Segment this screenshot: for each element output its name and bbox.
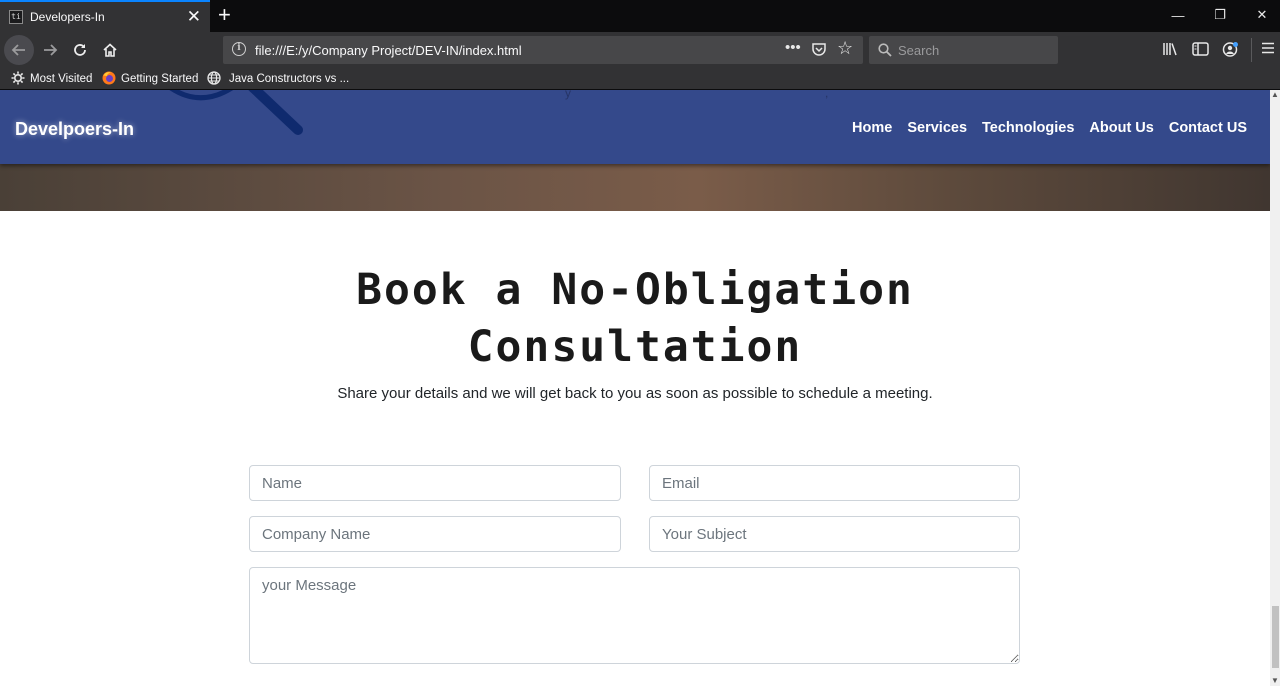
- message-field[interactable]: [249, 567, 1020, 664]
- tab-strip: ti Developers-In ✕ + — ❐ ✕: [0, 0, 1280, 32]
- email-field[interactable]: [649, 465, 1020, 501]
- bookmark-label: Java Constructors vs ...: [229, 73, 350, 85]
- magnifier-graphic-icon: [169, 90, 303, 135]
- back-icon[interactable]: [4, 35, 34, 65]
- toolbar-divider: [1251, 38, 1252, 62]
- gear-icon: [11, 71, 25, 88]
- minimize-icon[interactable]: —: [1158, 0, 1198, 30]
- menu-icon[interactable]: [1261, 41, 1275, 60]
- forward-icon[interactable]: [35, 35, 65, 65]
- hero-faint-text: ,: [825, 90, 829, 100]
- site-info-icon[interactable]: i: [232, 42, 246, 56]
- site-brand[interactable]: Develpoers-In: [15, 119, 134, 140]
- reload-icon[interactable]: [65, 35, 95, 65]
- bookmark-label: Getting Started: [121, 73, 199, 85]
- page-viewport: y , Develpoers-In Home Services Technolo…: [0, 90, 1270, 686]
- url-bar[interactable]: i file:///E:/y/Company Project/DEV-IN/in…: [223, 36, 863, 64]
- page-scrollbar[interactable]: ▲ ▼: [1270, 90, 1280, 686]
- firefox-icon: [102, 71, 116, 88]
- new-tab-icon[interactable]: +: [218, 2, 231, 28]
- scroll-up-arrow-icon[interactable]: ▲: [1271, 91, 1279, 99]
- tab-close-icon[interactable]: ✕: [187, 6, 201, 28]
- nav-contact-us[interactable]: Contact US: [1169, 120, 1247, 136]
- nav-technologies[interactable]: Technologies: [982, 120, 1074, 136]
- restore-icon[interactable]: ❐: [1200, 0, 1240, 30]
- heading-line-1: Book a No-Obligation: [356, 265, 914, 315]
- bookmark-star-icon[interactable]: ☆: [837, 38, 853, 59]
- tab-title: Developers-In: [30, 10, 105, 24]
- consultation-subtitle: Share your details and we will get back …: [337, 385, 933, 402]
- nav-about-us[interactable]: About Us: [1089, 120, 1153, 136]
- page-actions-icon[interactable]: •••: [785, 39, 801, 56]
- url-text[interactable]: file:///E:/y/Company Project/DEV-IN/inde…: [255, 43, 522, 58]
- nav-services[interactable]: Services: [907, 120, 967, 136]
- navigation-toolbar: i file:///E:/y/Company Project/DEV-IN/in…: [0, 32, 1280, 67]
- account-icon[interactable]: [1222, 41, 1239, 63]
- bookmark-java-constructors[interactable]: Java Constructors vs ...: [207, 70, 350, 88]
- search-icon: [878, 43, 892, 57]
- company-name-field[interactable]: [249, 516, 621, 552]
- window-close-icon[interactable]: ✕: [1242, 0, 1280, 30]
- bookmark-getting-started[interactable]: Getting Started: [102, 71, 198, 87]
- site-navbar: y , Develpoers-In Home Services Technolo…: [0, 90, 1270, 164]
- search-bar[interactable]: Search: [869, 36, 1058, 64]
- heading-line-2: Consultation: [467, 322, 803, 372]
- sidebar-icon[interactable]: [1192, 41, 1209, 62]
- scroll-down-arrow-icon[interactable]: ▼: [1271, 677, 1279, 685]
- active-tab[interactable]: ti Developers-In ✕: [0, 0, 210, 32]
- site-favicon-icon: ti: [9, 10, 23, 24]
- consultation-heading: Book a No-Obligation Consultation: [235, 262, 1035, 376]
- hero-faint-text: y: [565, 90, 572, 100]
- home-icon[interactable]: [95, 35, 125, 65]
- nav-home[interactable]: Home: [852, 120, 892, 136]
- main-menu: Home Services Technologies About Us Cont…: [852, 120, 1247, 136]
- bookmark-most-visited[interactable]: Most Visited: [11, 71, 92, 87]
- subject-field[interactable]: [649, 516, 1020, 552]
- bookmark-label: Most Visited: [30, 73, 93, 85]
- name-field[interactable]: [249, 465, 621, 501]
- search-placeholder: Search: [898, 43, 940, 58]
- pocket-icon[interactable]: [811, 41, 827, 62]
- bookmarks-toolbar: Most Visited Getting Started Java Constr…: [0, 67, 1280, 90]
- library-icon[interactable]: [1162, 41, 1178, 62]
- globe-icon: [207, 70, 221, 88]
- scroll-thumb[interactable]: [1272, 606, 1279, 668]
